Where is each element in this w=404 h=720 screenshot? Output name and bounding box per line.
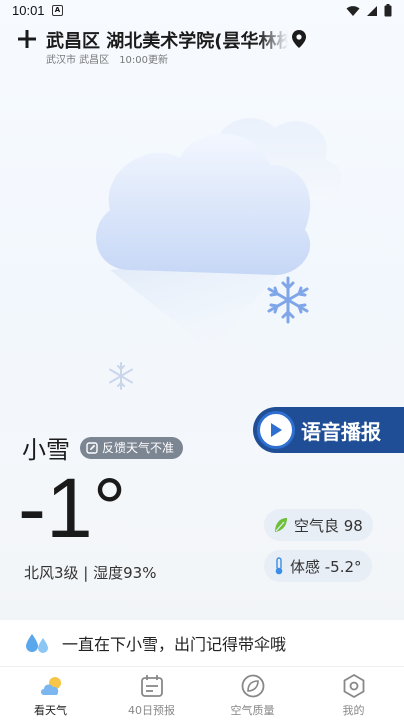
nav-profile-label: 我的 <box>342 704 365 717</box>
voice-broadcast-button[interactable]: 语音播报 <box>253 407 404 453</box>
update-time: 10:00更新 <box>119 55 169 66</box>
nav-40day-forecast[interactable]: 40日预报 <box>101 667 202 720</box>
nav-air-quality-label: 空气质量 <box>230 704 275 717</box>
air-quality-label: 空气良 98 <box>294 516 363 535</box>
air-quality-pill[interactable]: 空气良 98 <box>264 509 373 541</box>
location-title[interactable]: 武昌区 湖北美术学院(昙华林校 <box>46 27 288 53</box>
weather-tip-text: 一直在下小雪，出门记得带伞哦 <box>62 635 287 654</box>
feels-like-pill[interactable]: 体感 -5.2° <box>264 550 372 582</box>
feedback-button[interactable]: 反馈天气不准 <box>80 436 184 459</box>
status-indicators <box>346 4 392 17</box>
feels-like-label: 体感 -5.2° <box>290 557 362 576</box>
play-icon <box>257 411 295 449</box>
snowflake-icon <box>267 276 309 324</box>
edit-icon <box>86 441 98 454</box>
signal-icon <box>367 5 377 16</box>
app-notification-icon: A <box>52 5 63 16</box>
thermometer-icon <box>275 557 283 575</box>
location-pin-icon <box>292 30 306 48</box>
nav-weather-label: 看天气 <box>34 704 67 717</box>
calendar-icon <box>140 675 163 697</box>
add-city-icon[interactable] <box>16 28 38 50</box>
current-temperature: -1° <box>18 461 127 555</box>
wind-humidity: 北风3级 | 湿度93% <box>24 564 157 582</box>
weather-tip-bar[interactable]: 一直在下小雪，出门记得带伞哦 <box>0 620 404 666</box>
battery-icon <box>384 4 392 17</box>
nav-weather[interactable]: 看天气 <box>0 667 101 720</box>
wifi-icon <box>346 5 360 16</box>
leaf-icon <box>275 518 287 532</box>
status-time: 10:01 <box>12 3 45 18</box>
city-district: 武汉市 武昌区 <box>46 55 110 66</box>
weather-icon <box>40 677 61 695</box>
voice-broadcast-label: 语音播报 <box>301 419 381 444</box>
location-header: 武昌区 湖北美术学院(昙华林校 武汉市 武昌区 10:00更新 <box>0 24 404 70</box>
nav-profile[interactable]: 我的 <box>303 667 404 720</box>
profile-icon <box>343 673 364 699</box>
location-subline: 武汉市 武昌区 10:00更新 <box>46 51 168 66</box>
snow-cloud-illustration <box>96 118 342 390</box>
bottom-navigation: 看天气 40日预报 空气质量 我的 <box>0 666 404 720</box>
feedback-label: 反馈天气不准 <box>102 441 175 455</box>
leaf-circle-icon <box>241 674 264 698</box>
raindrop-icon <box>26 634 48 653</box>
nav-40day-label: 40日预报 <box>128 704 175 717</box>
nav-air-quality[interactable]: 空气质量 <box>202 667 303 720</box>
small-snowflake-icon <box>109 362 133 390</box>
status-bar: 10:01 A <box>0 0 404 22</box>
